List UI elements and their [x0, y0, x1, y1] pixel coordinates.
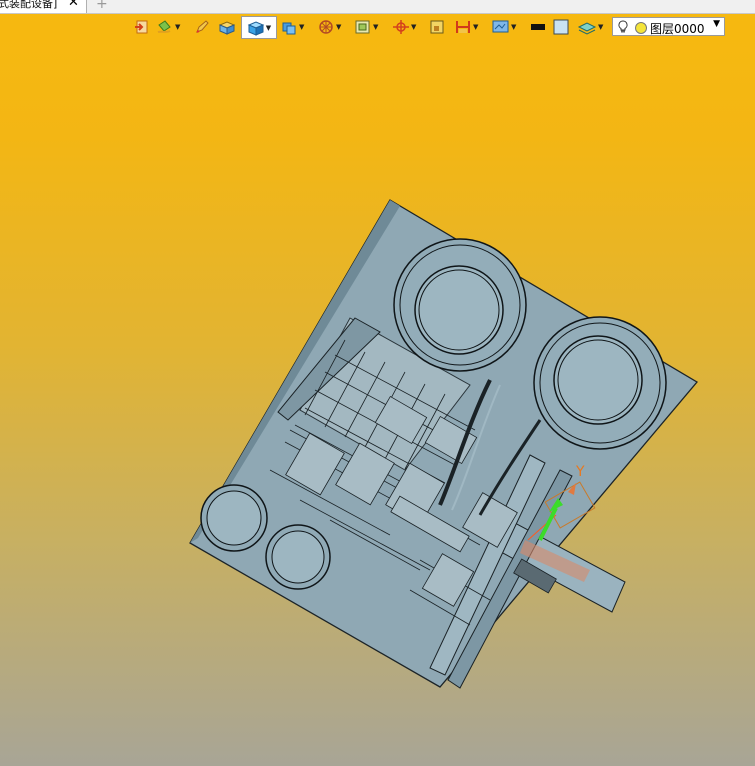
box-icon[interactable]: [218, 17, 236, 37]
document-tab-label: 式装配设备]: [0, 0, 58, 10]
cube-view-icon[interactable]: ▼: [280, 17, 304, 37]
lightbulb-icon[interactable]: [617, 20, 629, 34]
fill-color-icon[interactable]: [552, 17, 570, 37]
section-wheel-icon[interactable]: ▼: [317, 17, 341, 37]
document-tab[interactable]: 式装配设备] ✕: [0, 0, 87, 13]
bowl-feeder-small-right: [265, 524, 331, 590]
add-tab-icon[interactable]: +: [96, 0, 108, 12]
exit-icon[interactable]: [134, 17, 150, 37]
bowl-feeder-small-left: [200, 484, 268, 552]
dimension-icon[interactable]: ▼: [454, 17, 478, 37]
render-screen-icon[interactable]: ▼: [492, 17, 516, 37]
shaded-cube-icon[interactable]: ▼: [241, 16, 277, 39]
black-line-icon[interactable]: [529, 17, 547, 37]
pencil-icon[interactable]: [194, 17, 210, 37]
document-tabbar: 式装配设备] ✕ +: [0, 0, 755, 14]
paint-bucket-icon[interactable]: ▼: [156, 17, 180, 37]
close-icon[interactable]: ✕: [68, 0, 79, 9]
layer-name: 图层0000: [650, 22, 705, 36]
frame-icon[interactable]: ▼: [354, 17, 378, 37]
machine-model[interactable]: [189, 199, 698, 689]
layer-select[interactable]: 图层0000 ▼: [612, 17, 725, 36]
bowl-feeder-right: [533, 316, 667, 450]
layers-icon[interactable]: ▼: [577, 17, 603, 37]
bowl-feeder-top: [393, 238, 527, 372]
square-icon[interactable]: [429, 17, 445, 37]
datum-icon[interactable]: ▼: [392, 17, 416, 37]
y-axis-label: Y: [575, 464, 585, 480]
3d-viewport[interactable]: Y: [0, 40, 755, 766]
layer-color-icon: [635, 22, 647, 34]
chevron-down-icon[interactable]: ▼: [713, 19, 720, 29]
